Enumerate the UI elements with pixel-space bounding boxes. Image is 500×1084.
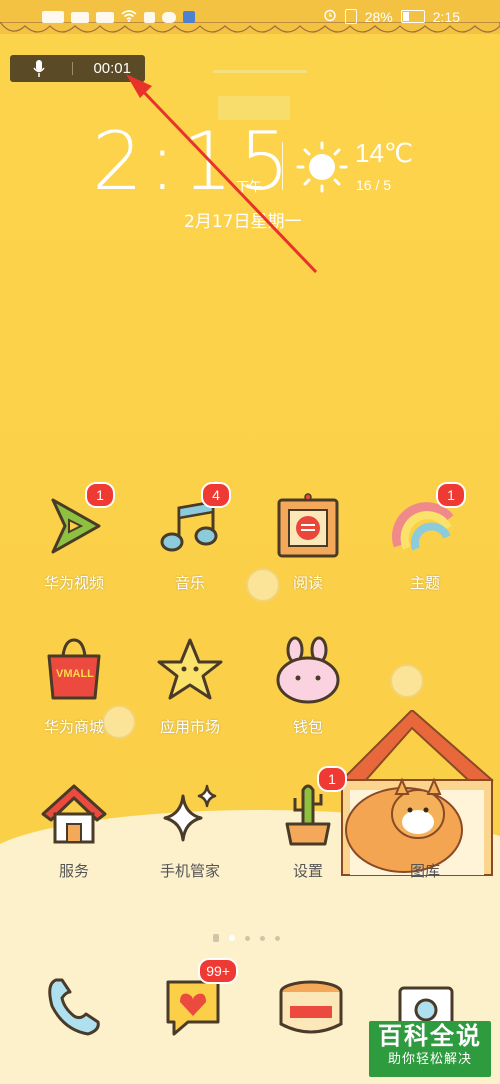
badge-settings: 1: [317, 766, 347, 792]
bunny-icon: [273, 636, 343, 706]
app-label: 手机管家: [159, 862, 220, 880]
cactus-icon: 1: [273, 766, 347, 850]
home-page-icon: [213, 934, 219, 942]
app-gallery[interactable]: 图库: [375, 780, 475, 881]
page-dot: [260, 935, 265, 941]
watermark-subtitle: 助你轻松解决: [387, 1052, 472, 1067]
dock-browser[interactable]: [276, 978, 346, 1038]
video-play-icon: 1: [39, 482, 115, 562]
annotation-arrow: [126, 74, 318, 274]
rainbow-icon: 1: [390, 482, 466, 562]
watermark-logo: 百科全说 助你轻松解决: [369, 1021, 491, 1077]
book-frame-icon: [273, 492, 343, 562]
page-dot: [245, 935, 250, 941]
app-huawei-mall[interactable]: VMALL 华为商城: [24, 636, 124, 737]
app-services[interactable]: 服务: [24, 780, 124, 881]
app-label: 设置: [292, 862, 323, 880]
badge-messages: 99+: [198, 958, 238, 984]
gallery-icon: [390, 780, 460, 850]
app-label: 主题: [409, 574, 440, 592]
dock-messages[interactable]: 99+: [158, 958, 238, 1042]
app-reading[interactable]: 阅读: [258, 492, 358, 593]
app-label: 服务: [58, 862, 89, 880]
app-music[interactable]: 4 音乐: [140, 482, 240, 593]
badge-themes: 1: [436, 482, 466, 508]
can-icon: [279, 980, 343, 1034]
phone-icon: [48, 978, 100, 1036]
app-themes[interactable]: 1 主题: [375, 482, 475, 593]
app-settings[interactable]: 1 设置: [258, 766, 358, 881]
dock-phone[interactable]: [40, 972, 110, 1042]
app-label: 音乐: [174, 574, 205, 592]
music-note-icon: 4: [155, 482, 231, 562]
house-icon: [39, 780, 109, 850]
app-label: 应用市场: [159, 718, 220, 736]
sparkle-icon: [155, 780, 225, 850]
shopping-bag-icon: VMALL: [39, 636, 109, 706]
page-dot: [275, 935, 280, 941]
app-huawei-video[interactable]: 1 华为视频: [24, 482, 124, 593]
badge-video: 1: [85, 482, 115, 508]
decorative-bubble: [390, 664, 424, 698]
watermark-title: 百科全说: [378, 1022, 482, 1050]
app-label: 华为视频: [43, 574, 104, 592]
app-label: 钱包: [292, 718, 323, 736]
app-label: 图库: [409, 862, 440, 880]
vmall-logo-text: VMALL: [56, 668, 94, 680]
page-dot-active: [229, 935, 235, 941]
star-icon: [155, 636, 225, 706]
home-screen: 28% 2:15 00:01 2:15 下午 14℃ 16 / 5 2月17日星…: [0, 0, 500, 1084]
app-app-market[interactable]: 应用市场: [140, 636, 240, 737]
app-label: 阅读: [292, 574, 323, 592]
page-indicator[interactable]: [213, 934, 280, 942]
app-label: 华为商城: [43, 718, 104, 736]
badge-music: 4: [201, 482, 231, 508]
app-wallet[interactable]: 钱包: [258, 636, 358, 737]
app-phone-manager[interactable]: 手机管家: [140, 780, 240, 881]
